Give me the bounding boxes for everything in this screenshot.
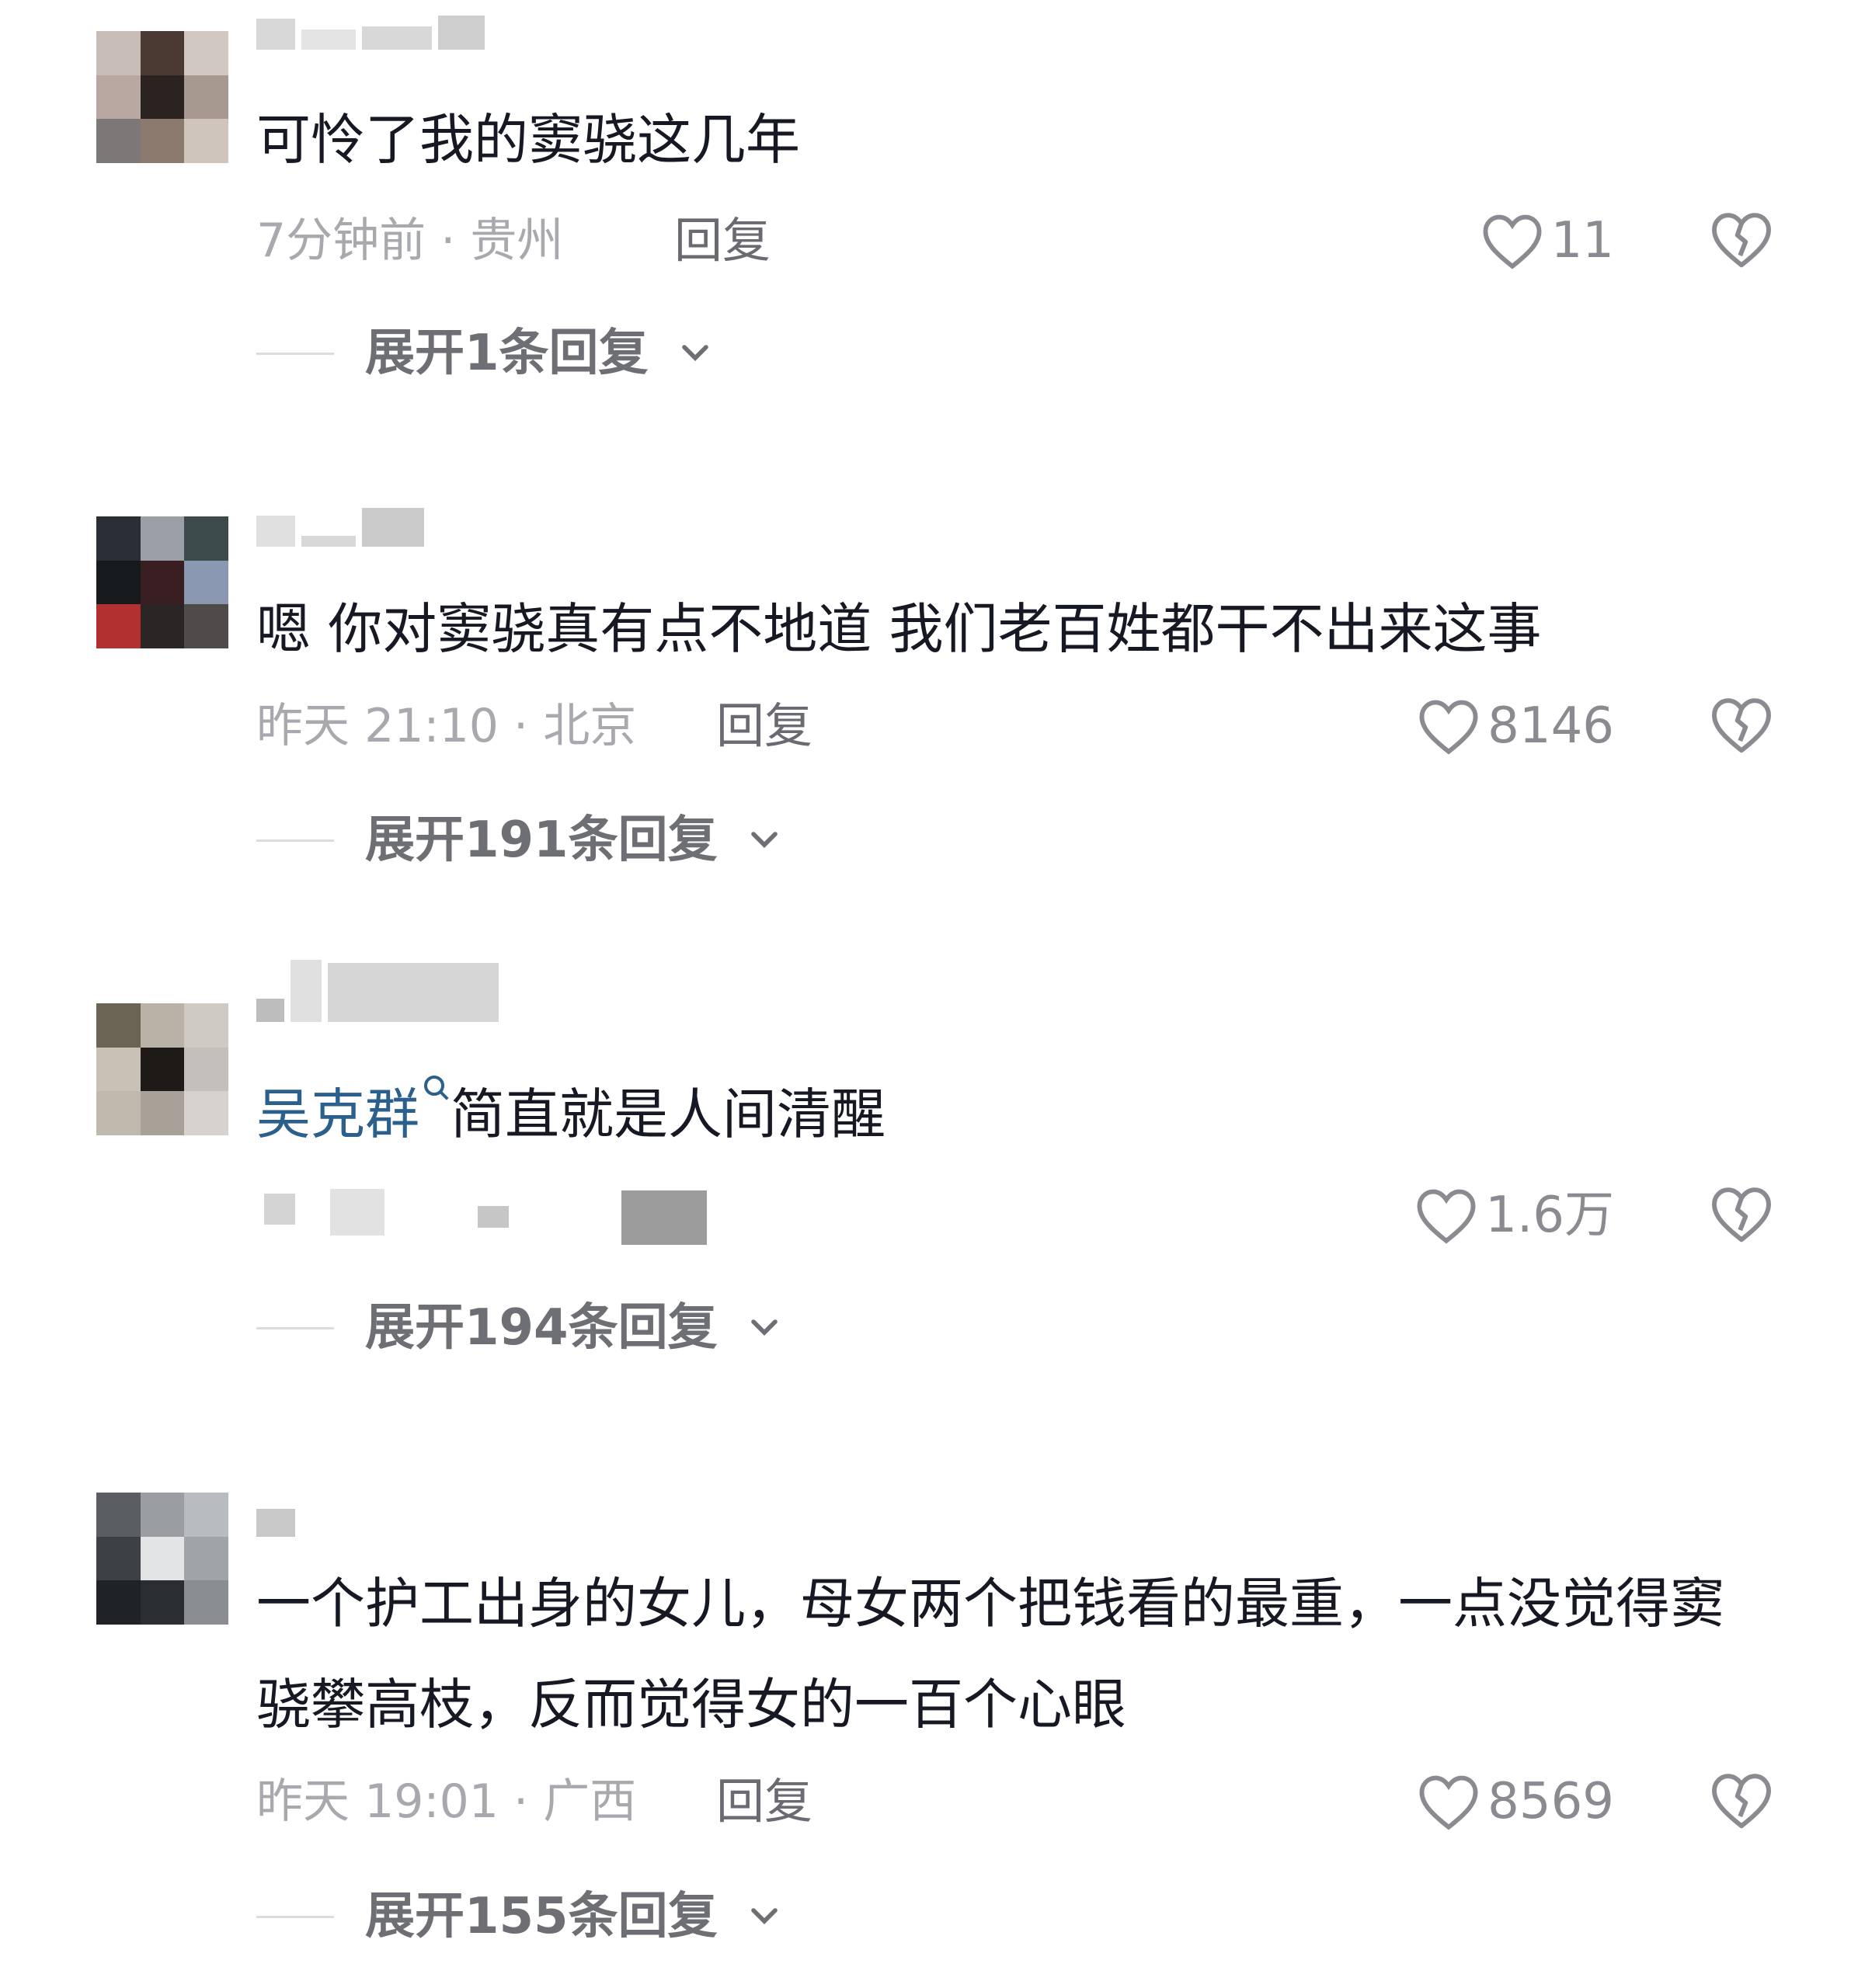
comment-body: 简直就是人间清醒 xyxy=(451,1083,885,1146)
comment-time-location: 昨天 21:10 · 北京 xyxy=(256,699,637,753)
avatar[interactable] xyxy=(96,1493,228,1625)
heart-outline-icon xyxy=(1483,214,1542,269)
comment-text: 可怜了我的窦骁这几年 xyxy=(256,108,800,172)
search-icon[interactable] xyxy=(424,1076,444,1096)
like-button[interactable]: 8146 xyxy=(1416,695,1614,757)
expand-label: 展开191条回复 xyxy=(365,812,718,869)
reply-button[interactable]: 回复 xyxy=(674,210,771,272)
broken-heart-icon xyxy=(1712,1187,1771,1242)
username-blurred[interactable] xyxy=(256,505,424,547)
comment-time-location: 昨天 19:01 · 广西 xyxy=(256,1774,637,1829)
expand-replies-button[interactable]: 展开155条回复 xyxy=(256,1885,780,1948)
username-blurred[interactable] xyxy=(256,8,485,50)
divider-line xyxy=(256,1915,334,1918)
expand-label: 展开194条回复 xyxy=(365,1299,718,1357)
expand-label: 展开1条回复 xyxy=(365,325,649,382)
expand-label: 展开155条回复 xyxy=(365,1888,718,1945)
like-button[interactable]: 11 xyxy=(1480,210,1614,272)
dislike-button[interactable] xyxy=(1709,208,1774,273)
avatar[interactable] xyxy=(96,516,228,648)
comment-text: 嗯 你对窦骁真有点不地道 我们老百姓都干不出来这事 xyxy=(256,597,1542,661)
like-button[interactable]: 8569 xyxy=(1416,1771,1614,1833)
chevron-down-icon xyxy=(750,832,778,848)
like-button[interactable]: 1.6万 xyxy=(1414,1184,1614,1246)
comment-time-location: 7分钟前 · 贵州 xyxy=(256,214,564,268)
like-count: 8569 xyxy=(1487,1773,1614,1830)
username-blurred[interactable] xyxy=(256,1495,295,1537)
like-count: 11 xyxy=(1550,212,1614,269)
expand-replies-button[interactable]: 展开191条回复 xyxy=(256,809,780,871)
broken-heart-icon xyxy=(1712,698,1771,753)
divider-line xyxy=(256,352,334,355)
mention-link[interactable]: 吴克群 xyxy=(256,1083,419,1146)
broken-heart-icon xyxy=(1712,213,1771,268)
reply-button[interactable]: 回复 xyxy=(716,1771,812,1833)
comment-text: 吴克群 简直就是人间清醒 xyxy=(256,1064,1742,1165)
chevron-down-icon xyxy=(750,1908,778,1924)
divider-line xyxy=(256,839,334,842)
like-count: 1.6万 xyxy=(1485,1187,1614,1244)
comment-text: 一个护工出身的女儿，母女两个把钱看的最重，一点没觉得窦骁攀高枝，反而觉得女的一百… xyxy=(256,1572,1724,1736)
dislike-button[interactable] xyxy=(1709,693,1774,759)
avatar[interactable] xyxy=(96,1003,228,1135)
expand-replies-button[interactable]: 展开1条回复 xyxy=(256,322,711,384)
meta-blurred xyxy=(256,1184,722,1246)
divider-line xyxy=(256,1326,334,1329)
like-count: 8146 xyxy=(1487,697,1614,755)
heart-outline-icon xyxy=(1417,1189,1476,1244)
heart-outline-icon xyxy=(1419,1775,1478,1830)
chevron-down-icon xyxy=(681,345,708,361)
expand-replies-button[interactable]: 展开194条回复 xyxy=(256,1297,780,1359)
chevron-down-icon xyxy=(750,1319,778,1336)
reply-button[interactable]: 回复 xyxy=(716,695,812,757)
broken-heart-icon xyxy=(1712,1774,1771,1829)
username-blurred[interactable] xyxy=(256,960,499,1022)
heart-outline-icon xyxy=(1419,700,1478,755)
avatar[interactable] xyxy=(96,31,228,163)
dislike-button[interactable] xyxy=(1709,1769,1774,1834)
dislike-button[interactable] xyxy=(1709,1183,1774,1248)
